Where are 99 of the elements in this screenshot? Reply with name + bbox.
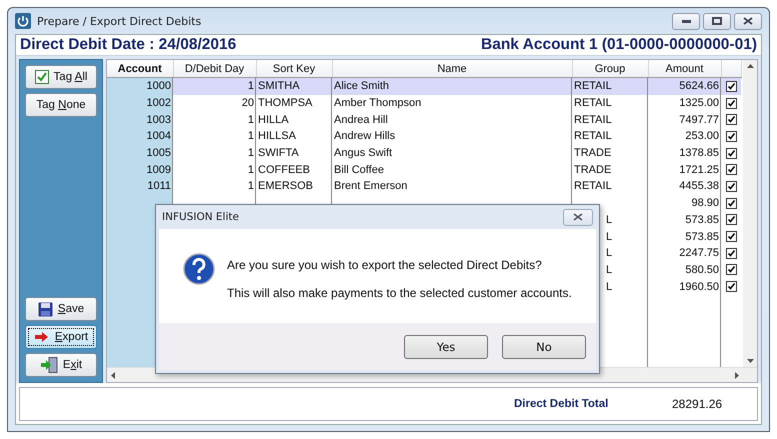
bank-account-heading: Bank Account 1 (01-0000-0000000-01)	[481, 36, 757, 54]
checkbox[interactable]	[726, 98, 737, 109]
table-cell-text: TRADE	[573, 146, 612, 162]
table-cell-text: 2247.75	[678, 246, 720, 262]
table-cell-text: RETAIL	[573, 179, 613, 194]
dialog-detail: This will also make payments to the selected customer accounts.	[227, 286, 572, 300]
question-icon	[183, 253, 215, 285]
table-cell-text: SWIFTA	[257, 146, 300, 162]
table-cell-text: 1	[246, 112, 255, 128]
table-cell-text: Angus Swift	[333, 146, 394, 162]
checkbox[interactable]	[726, 281, 737, 292]
total-value: 28291.26	[672, 397, 722, 411]
table-cell-text: Andrea Hill	[333, 112, 389, 128]
table-cell: L	[606, 264, 612, 276]
table-cell: 5624.66	[648, 78, 721, 95]
checkbox[interactable]	[726, 248, 737, 259]
dialog-message: Are you sure you wish to export the selected Direct Debits?	[227, 258, 543, 272]
close-button[interactable]	[563, 208, 593, 226]
table-cell-text: 1721.25	[678, 162, 720, 178]
scroll-down-icon	[746, 359, 754, 363]
table-cell-text: RETAIL	[573, 112, 613, 128]
door-exit-icon	[40, 357, 58, 373]
checkbox[interactable]	[726, 180, 737, 192]
close-icon	[743, 17, 753, 25]
minimize-button[interactable]	[672, 12, 700, 30]
checkbox[interactable]	[726, 164, 737, 176]
table-cell: 1325.00	[648, 94, 721, 112]
table-cell: RETAIL	[572, 78, 648, 95]
checkbox[interactable]	[726, 130, 737, 142]
table-cell: L	[606, 230, 612, 243]
table-cell-text: HILLA	[257, 112, 290, 128]
table-cell: L	[606, 247, 612, 260]
window-title: Prepare / Export Direct Debits	[37, 14, 202, 28]
table-cell-text: 1960.50	[678, 280, 720, 295]
exit-button[interactable]: Exit	[25, 353, 97, 377]
scroll-right-icon	[735, 372, 739, 378]
maximize-icon	[712, 17, 722, 25]
table-cell-text: RETAIL	[573, 129, 613, 144]
no-button[interactable]: No	[502, 334, 586, 358]
date-heading: Direct Debit Date : 24/08/2016	[20, 36, 236, 54]
table-cell-text: 1	[246, 146, 255, 162]
close-icon	[573, 213, 583, 221]
tag-all-button[interactable]: Tag All	[25, 65, 97, 89]
table-cell-text: EMERSOB	[257, 179, 314, 194]
column-header[interactable]: Account	[107, 60, 173, 78]
checkbox[interactable]	[726, 80, 737, 92]
yes-button[interactable]: Yes	[404, 334, 488, 358]
table-cell-text: Andrew Hills	[333, 129, 396, 144]
table-cell-text: Bill Coffee	[333, 162, 385, 178]
table-cell-text: 1	[246, 162, 255, 178]
power-icon	[15, 13, 31, 29]
table-cell-text: 1378.85	[678, 146, 720, 162]
scroll-up-icon	[746, 64, 754, 68]
table-cell-text: 573.85	[684, 230, 720, 245]
table-cell-text: Brent Emerson	[333, 179, 408, 194]
table-cell-text: 253.00	[684, 129, 720, 144]
maximize-button[interactable]	[703, 12, 731, 30]
table-cell-text: 98.90	[690, 196, 720, 212]
column-header[interactable]: Group	[572, 60, 648, 78]
table-cell: 1	[173, 78, 256, 95]
checkbox[interactable]	[726, 231, 737, 242]
column-header[interactable]: Sort Key	[256, 60, 332, 78]
table-cell-text: 4455.38	[678, 179, 720, 194]
table-cell-text: 1	[246, 179, 255, 194]
table-cell: Alice Smith	[332, 78, 572, 95]
table-cell-text: TRADE	[573, 162, 612, 178]
table-cell-text: COFFEEB	[257, 162, 311, 178]
tag-none-button[interactable]: Tag None	[25, 93, 97, 117]
vertical-scrollbar[interactable]	[743, 60, 757, 367]
table-cell-text: 1	[246, 129, 255, 144]
export-button[interactable]: Export	[25, 325, 97, 349]
table-cell: SMITHA	[256, 78, 332, 95]
table-cell: Amber Thompson	[332, 94, 572, 112]
column-header[interactable]: D/Debit Day	[173, 60, 256, 78]
column-header[interactable]: Amount	[648, 60, 721, 78]
table-cell-text: 580.50	[684, 262, 720, 278]
checkbox[interactable]	[726, 198, 737, 209]
checkbox[interactable]	[726, 114, 737, 126]
table-cell: L	[606, 280, 612, 293]
arrow-icon	[34, 330, 50, 344]
table-cell: RETAIL	[572, 94, 648, 112]
save-button[interactable]: Save	[25, 297, 97, 321]
table-cell: 20	[173, 94, 256, 112]
table-cell: 1000	[107, 78, 173, 95]
checkbox[interactable]	[726, 148, 737, 159]
checkmark-icon	[34, 70, 49, 84]
checkbox[interactable]	[726, 264, 737, 276]
total-label: Direct Debit Total	[514, 398, 610, 410]
scroll-left-icon	[111, 372, 115, 378]
table-cell: THOMPSA	[256, 94, 332, 112]
table-cell: L	[606, 214, 612, 226]
checkbox[interactable]	[726, 214, 737, 226]
table-cell-text: HILLSA	[257, 129, 297, 144]
column-header[interactable]: Name	[332, 60, 572, 78]
table-cell-text: 573.85	[684, 212, 720, 228]
table-cell-text: 7497.77	[678, 112, 720, 128]
dialog-title: INFUSION Elite	[162, 211, 239, 223]
minimize-icon	[682, 20, 690, 22]
close-button[interactable]	[734, 12, 762, 30]
